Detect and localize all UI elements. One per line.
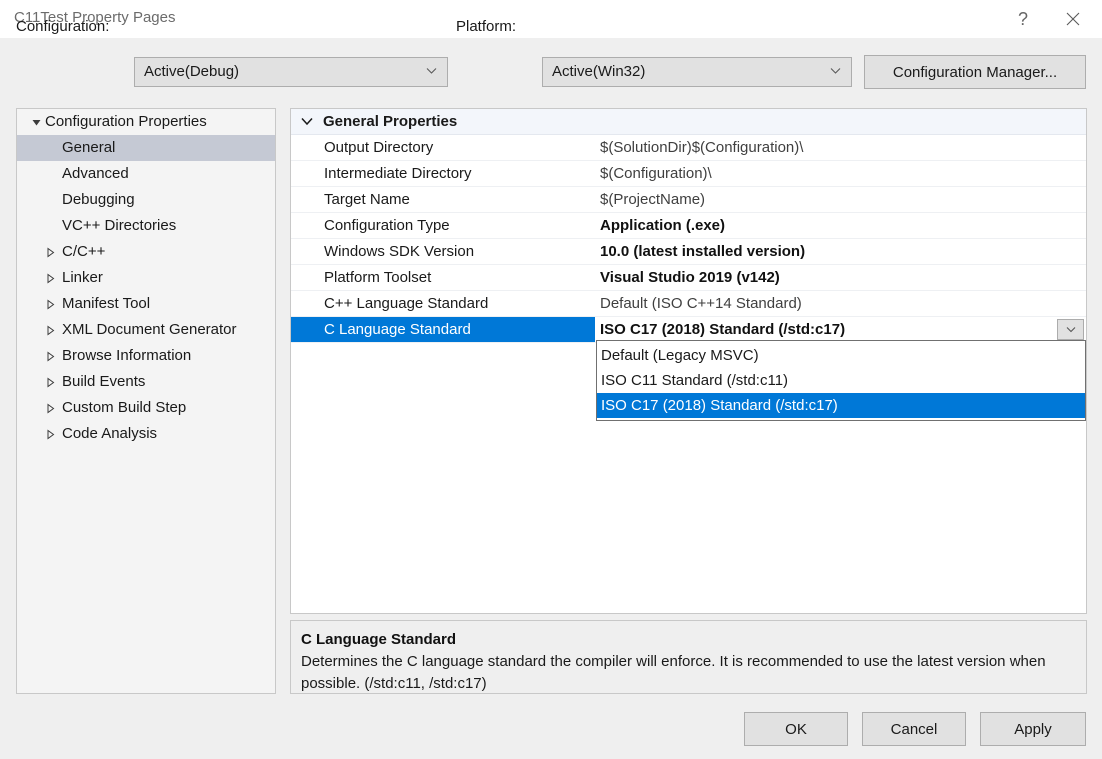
expander-collapsed-icon[interactable] xyxy=(43,369,57,395)
description-body: Determines the C language standard the c… xyxy=(301,651,1074,695)
dropdown-option[interactable]: ISO C11 Standard (/std:c11) xyxy=(597,368,1085,393)
grid-group-header[interactable]: General Properties xyxy=(291,109,1086,135)
property-name[interactable]: Configuration Type xyxy=(291,213,595,238)
chevron-down-icon xyxy=(426,67,437,78)
tree-item-label: C/C++ xyxy=(62,243,105,260)
tree-item-label: Debugging xyxy=(62,191,135,208)
property-row[interactable]: Output Directory$(SolutionDir)$(Configur… xyxy=(291,135,1086,161)
property-row[interactable]: Intermediate Directory$(Configuration)\ xyxy=(291,161,1086,187)
property-value[interactable]: $(SolutionDir)$(Configuration)\ xyxy=(596,135,1086,160)
expander-collapsed-icon[interactable] xyxy=(43,291,57,317)
tree-item-linker[interactable]: Linker xyxy=(17,265,275,291)
dropdown-option[interactable]: ISO C17 (2018) Standard (/std:c17) xyxy=(597,393,1085,418)
tree-item-build-events[interactable]: Build Events xyxy=(17,369,275,395)
expander-collapsed-icon[interactable] xyxy=(43,317,57,343)
tree-item-label: Browse Information xyxy=(62,347,191,364)
property-row[interactable]: Windows SDK Version10.0 (latest installe… xyxy=(291,239,1086,265)
configuration-value: Active(Debug) xyxy=(144,63,239,80)
property-name[interactable]: Output Directory xyxy=(291,135,595,160)
tree-item-browse-information[interactable]: Browse Information xyxy=(17,343,275,369)
tree-item-label: Configuration Properties xyxy=(45,113,207,130)
property-row[interactable]: Configuration TypeApplication (.exe) xyxy=(291,213,1086,239)
expander-collapsed-icon[interactable] xyxy=(43,265,57,291)
platform-value: Active(Win32) xyxy=(552,63,645,80)
property-row[interactable]: Target Name$(ProjectName) xyxy=(291,187,1086,213)
property-row[interactable]: C++ Language StandardDefault (ISO C++14 … xyxy=(291,291,1086,317)
chevron-down-icon xyxy=(830,67,841,78)
property-name[interactable]: C++ Language Standard xyxy=(291,291,595,316)
close-button[interactable] xyxy=(1050,0,1096,38)
ok-button[interactable]: OK xyxy=(744,712,848,746)
tree-item-label: Build Events xyxy=(62,373,145,390)
expander-collapsed-icon[interactable] xyxy=(43,421,57,447)
tree-item-label: Code Analysis xyxy=(62,425,157,442)
tree-item-vc-directories[interactable]: VC++ Directories xyxy=(17,213,275,239)
tree-item-custom-build-step[interactable]: Custom Build Step xyxy=(17,395,275,421)
property-name[interactable]: Target Name xyxy=(291,187,595,212)
tree-item-label: Linker xyxy=(62,269,103,286)
cancel-button[interactable]: Cancel xyxy=(862,712,966,746)
property-name[interactable]: Platform Toolset xyxy=(291,265,595,290)
property-row[interactable]: Platform ToolsetVisual Studio 2019 (v142… xyxy=(291,265,1086,291)
configuration-select[interactable]: Active(Debug) xyxy=(134,57,448,87)
tree-item-label: Manifest Tool xyxy=(62,295,150,312)
tree-item-label: General xyxy=(62,139,115,156)
tree-item-general[interactable]: General xyxy=(17,135,275,161)
platform-select[interactable]: Active(Win32) xyxy=(542,57,852,87)
help-button[interactable]: ? xyxy=(1000,0,1046,38)
tree-item-manifest-tool[interactable]: Manifest Tool xyxy=(17,291,275,317)
c-language-standard-dropdown-list[interactable]: Default (Legacy MSVC)ISO C11 Standard (/… xyxy=(596,340,1086,421)
close-icon xyxy=(1066,12,1080,26)
chevron-down-icon[interactable] xyxy=(300,109,314,134)
tree-item-label: XML Document Generator xyxy=(62,321,237,338)
expander-collapsed-icon[interactable] xyxy=(43,239,57,265)
tree-item-label: Custom Build Step xyxy=(62,399,186,416)
dropdown-option[interactable]: Default (Legacy MSVC) xyxy=(597,343,1085,368)
property-value-dropdown-button[interactable] xyxy=(1057,319,1084,340)
expander-collapsed-icon[interactable] xyxy=(43,395,57,421)
expander-collapsed-icon[interactable] xyxy=(43,343,57,369)
tree-item-c-c[interactable]: C/C++ xyxy=(17,239,275,265)
property-value[interactable]: Default (ISO C++14 Standard) xyxy=(596,291,1086,316)
tree-item-configuration-properties[interactable]: Configuration Properties xyxy=(17,109,275,135)
configuration-manager-button[interactable]: Configuration Manager... xyxy=(864,55,1086,89)
property-description-panel: C Language Standard Determines the C lan… xyxy=(290,620,1087,694)
configuration-label: Configuration: xyxy=(16,18,109,35)
property-value[interactable]: 10.0 (latest installed version) xyxy=(596,239,1086,264)
grid-group-header-label: General Properties xyxy=(323,113,457,130)
property-value[interactable]: Visual Studio 2019 (v142) xyxy=(596,265,1086,290)
property-name[interactable]: Intermediate Directory xyxy=(291,161,595,186)
configuration-properties-tree[interactable]: Configuration Properties General Advanced D… xyxy=(16,108,276,694)
property-value[interactable]: ISO C17 (2018) Standard (/std:c17) xyxy=(596,317,1086,342)
property-name[interactable]: C Language Standard xyxy=(291,317,595,342)
expander-expanded-icon[interactable] xyxy=(29,109,43,135)
description-title: C Language Standard xyxy=(301,629,1074,651)
property-name[interactable]: Windows SDK Version xyxy=(291,239,595,264)
tree-item-debugging[interactable]: Debugging xyxy=(17,187,275,213)
tree-item-xml-document-generator[interactable]: XML Document Generator xyxy=(17,317,275,343)
title-bar: C11Test Property Pages ? xyxy=(0,0,1102,38)
property-value[interactable]: $(Configuration)\ xyxy=(596,161,1086,186)
property-value[interactable]: $(ProjectName) xyxy=(596,187,1086,212)
tree-item-label: Advanced xyxy=(62,165,129,182)
tree-item-label: VC++ Directories xyxy=(62,217,176,234)
tree-item-code-analysis[interactable]: Code Analysis xyxy=(17,421,275,447)
property-value[interactable]: Application (.exe) xyxy=(596,213,1086,238)
tree-item-advanced[interactable]: Advanced xyxy=(17,161,275,187)
apply-button[interactable]: Apply xyxy=(980,712,1086,746)
platform-label: Platform: xyxy=(456,18,516,35)
